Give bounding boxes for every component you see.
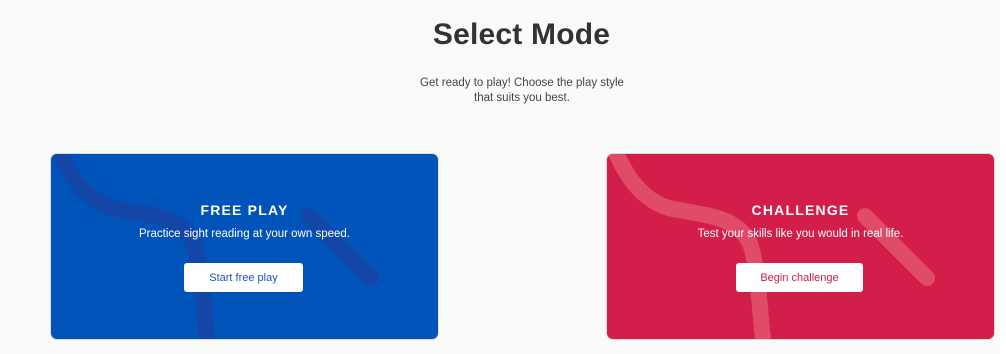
challenge-decoration bbox=[608, 154, 935, 339]
challenge-description: Test your skills like you would in real … bbox=[697, 228, 904, 240]
page-title: Select Mode bbox=[432, 18, 611, 51]
page-subtitle: Get ready to play! Choose the play style… bbox=[420, 77, 624, 104]
window-edge bbox=[1000, 0, 1006, 354]
free-play-card[interactable]: FREE PLAY Practice sight reading at your… bbox=[51, 154, 438, 339]
free-play-description: Practice sight reading at your own speed… bbox=[139, 228, 350, 240]
free-play-title: FREE PLAY bbox=[200, 202, 289, 218]
challenge-card[interactable]: CHALLENGE Test your skills like you woul… bbox=[607, 154, 994, 339]
challenge-title: CHALLENGE bbox=[751, 202, 850, 218]
begin-challenge-button[interactable]: Begin challenge bbox=[736, 263, 863, 292]
start-free-play-button[interactable]: Start free play bbox=[184, 263, 303, 292]
free-play-decoration bbox=[52, 154, 379, 339]
